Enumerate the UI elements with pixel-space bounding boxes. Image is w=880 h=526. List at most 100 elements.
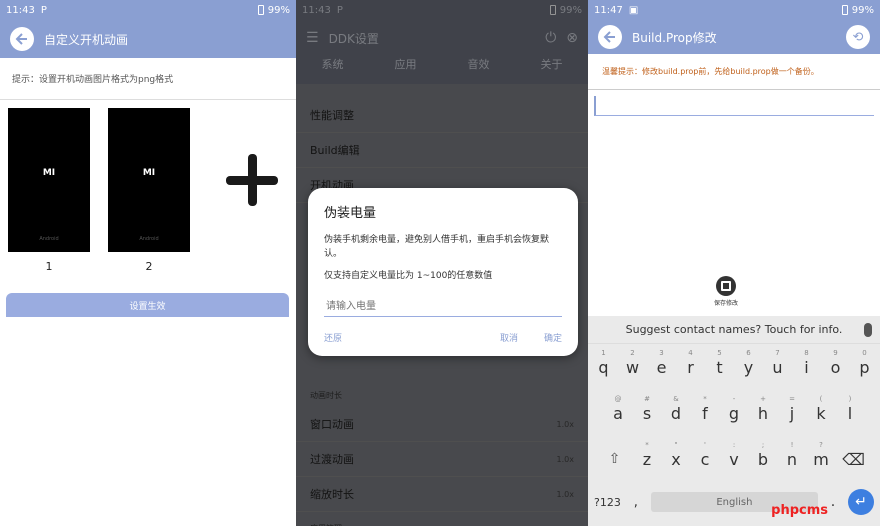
status-time: 11:47 <box>594 4 623 16</box>
back-button[interactable] <box>598 25 622 49</box>
key-char: x <box>671 449 681 469</box>
tab-apps[interactable]: 应用 <box>369 56 442 84</box>
status-bar: 11:43 P 99% <box>296 0 588 20</box>
key-p[interactable]: 0p <box>850 347 879 387</box>
key-n[interactable]: ! n <box>778 439 807 479</box>
thumbnail-item[interactable]: MI Android 2 <box>108 108 190 273</box>
menu-icon[interactable]: ☰ <box>306 30 319 46</box>
key-char: k <box>816 403 826 423</box>
key-h[interactable]: + h <box>749 393 778 433</box>
key-t[interactable]: 5t <box>705 347 734 387</box>
key-char: l <box>847 403 853 423</box>
battery-input[interactable] <box>324 297 562 317</box>
key-alt-char: ! <box>790 441 794 449</box>
key-alt-char: 2 <box>630 349 635 357</box>
dialog-note: 仅支持自定义电量比为 1~100的任意数值 <box>324 271 493 281</box>
page-title: 自定义开机动画 <box>44 32 129 47</box>
key-a[interactable]: @ a <box>604 393 633 433</box>
key-char: h <box>757 403 769 423</box>
key-q[interactable]: 1q <box>589 347 618 387</box>
build-prop-text-field[interactable] <box>594 96 874 116</box>
save-label: 保存修改 <box>714 300 739 307</box>
tab-about[interactable]: 关于 <box>515 56 588 84</box>
boot-image-preview[interactable]: MI Android <box>108 108 190 252</box>
suggestion-bar[interactable]: Suggest contact names? Touch for info. <box>588 316 880 344</box>
backup-warning: 温馨提示：修改build.prop前，先给build.prop做一个备份。 <box>588 54 880 90</box>
key-u[interactable]: 7u <box>763 347 792 387</box>
settings-row[interactable]: 过渡动画 1.0x <box>296 442 588 477</box>
save-button[interactable]: 保存修改 <box>714 276 738 307</box>
period-key[interactable]: . <box>826 494 840 510</box>
settings-row[interactable]: 性能调整 <box>296 98 588 133</box>
close-icon[interactable]: ⊗ <box>566 30 578 46</box>
restore-button[interactable]: 还原 <box>324 331 342 344</box>
mi-logo: MI <box>42 168 56 178</box>
settings-row[interactable]: 窗口动画 1.0x <box>296 407 588 442</box>
status-bar: 11:47 ▣ 99% <box>588 0 880 20</box>
key-x[interactable]: " x <box>662 439 691 479</box>
key-char: z <box>642 449 652 469</box>
backspace-icon[interactable]: ⌫ <box>836 439 872 479</box>
key-w[interactable]: 2w <box>618 347 647 387</box>
battery-icon <box>549 5 556 15</box>
tab-audio[interactable]: 音效 <box>442 56 515 84</box>
key-k[interactable]: (k <box>807 393 836 433</box>
enter-icon[interactable]: ↵ <box>848 489 874 515</box>
key-l[interactable]: ) l <box>836 393 865 433</box>
apply-button[interactable]: 设置生效 <box>6 293 289 317</box>
key-s[interactable]: # s <box>633 393 662 433</box>
key-row-2: @ a # s & d * f - g + h = j(k) l <box>588 390 880 436</box>
key-char: e <box>656 357 667 377</box>
key-g[interactable]: -g <box>720 393 749 433</box>
battery-level: 99% <box>267 4 290 16</box>
thumbnail-item[interactable]: MI Android 1 <box>8 108 90 273</box>
key-f[interactable]: * f <box>691 393 720 433</box>
arrow-left-icon <box>15 33 27 45</box>
key-o[interactable]: 9o <box>821 347 850 387</box>
key-alt-char: + <box>760 395 766 403</box>
key-z[interactable]: * z <box>633 439 662 479</box>
key-alt-char: : <box>732 441 736 449</box>
key-m[interactable]: ? m <box>807 439 836 479</box>
status-time: 11:43 <box>6 4 35 16</box>
key-char: v <box>729 449 739 469</box>
key-v[interactable]: :v <box>720 439 749 479</box>
power-icon[interactable]: ⏻ <box>545 30 556 46</box>
key-alt-char: 6 <box>746 349 751 357</box>
back-button[interactable] <box>10 27 34 51</box>
cancel-button[interactable]: 取消 <box>500 331 518 344</box>
microphone-icon[interactable] <box>864 323 872 337</box>
key-d[interactable]: & d <box>662 393 691 433</box>
key-e[interactable]: 3e <box>647 347 676 387</box>
add-image-icon[interactable] <box>226 154 278 206</box>
key-b[interactable]: ; b <box>749 439 778 479</box>
key-alt-char: @ <box>614 395 622 403</box>
build-prop-editor-screen: 11:47 ▣ 99% Build.Prop修改 ⟲ 温馨提示：修改build.p… <box>588 0 880 526</box>
confirm-button[interactable]: 确定 <box>544 331 562 344</box>
settings-row[interactable]: Build编辑 <box>296 133 588 168</box>
tab-system[interactable]: 系统 <box>296 56 369 84</box>
settings-row[interactable]: 缩放时长 1.0x <box>296 477 588 512</box>
dialog-actions: 还原 取消 确定 <box>324 331 562 344</box>
comma-key[interactable]: , <box>629 495 643 510</box>
mi-logo: MI <box>142 168 156 178</box>
custom-boot-animation-screen: 11:43 P 99% 自定义开机动画 提示：设置开机动画图片格式为png格式 M… <box>0 0 296 526</box>
key-r[interactable]: 4r <box>676 347 705 387</box>
key-i[interactable]: 8i <box>792 347 821 387</box>
key-y[interactable]: 6y <box>734 347 763 387</box>
watermark: phpcms <box>771 503 828 518</box>
boot-image-preview[interactable]: MI Android <box>8 108 90 252</box>
arrow-left-icon <box>603 31 615 43</box>
key-alt-char: # <box>644 395 650 403</box>
parking-icon: P <box>40 4 47 16</box>
restore-icon[interactable]: ⟲ <box>846 25 870 49</box>
key-j[interactable]: = j <box>778 393 807 433</box>
key-row-bottom: ?123 , English . ↵ <box>588 482 880 522</box>
key-c[interactable]: ' c <box>691 439 720 479</box>
shift-key[interactable]: ⇧ <box>597 439 633 479</box>
key-char: u <box>772 357 783 377</box>
key-alt-char: ; <box>761 441 765 449</box>
symbols-key[interactable]: ?123 <box>594 496 621 509</box>
key-char: r <box>687 357 694 377</box>
key-alt-char: - <box>732 395 736 403</box>
